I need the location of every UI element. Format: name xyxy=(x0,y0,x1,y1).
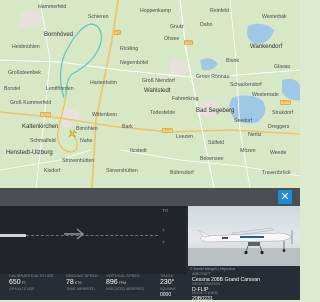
info-value: 20B0231 xyxy=(192,295,213,302)
town-label: Hammerfeld xyxy=(38,4,67,10)
town-label: Seedorf xyxy=(234,118,253,124)
town-label: Heidmühlen xyxy=(12,44,40,50)
stat-label: GPS ALTITUDE xyxy=(9,287,35,291)
route-progress-bar xyxy=(0,234,26,237)
highway-road xyxy=(91,0,119,188)
town-label: Großsteenbek xyxy=(8,70,41,76)
town-label: Bimöhlen xyxy=(76,126,98,132)
town-label: Henstedt-Ulzburg xyxy=(6,150,53,156)
town-label: Borstel xyxy=(4,86,21,92)
road xyxy=(35,0,51,188)
town-label: Fahrenkrug xyxy=(172,96,199,102)
town-label: Todesfelde xyxy=(150,110,176,116)
town-label: Nahe xyxy=(80,138,93,144)
town-label: Sülfeld xyxy=(208,140,224,146)
stat-track: TRACK 230° SQUAWK 0000 xyxy=(160,274,188,298)
town-label: Dreggers xyxy=(268,124,290,130)
lake-east xyxy=(282,78,300,101)
town-label: Reinfeld xyxy=(210,8,230,14)
stat-value: 650FT xyxy=(9,279,26,286)
town-label: Gnutz xyxy=(170,24,184,30)
aircraft-type: AIRCRAFT Cessna 208B Grand Caravan xyxy=(192,272,298,283)
town-label: Rickling xyxy=(120,46,139,52)
stat-value: 230° xyxy=(160,279,175,286)
destination-airport: ? xyxy=(162,228,165,233)
road-badge: B206 xyxy=(162,128,174,133)
stat-value: 896FPM xyxy=(106,279,127,286)
town-label: Westerrade xyxy=(252,92,279,98)
road-badge: B205 xyxy=(40,112,52,117)
town-label: Sievershütten xyxy=(106,168,138,174)
stat-label: CALIBRATED ALTITUDE xyxy=(9,274,54,278)
town-label: Travenbrück xyxy=(262,170,291,176)
route-arrow-icon xyxy=(64,228,85,240)
town-label: Schieren xyxy=(88,14,109,20)
town-label: Weede xyxy=(270,150,287,156)
town-label: Strukdorf xyxy=(272,110,294,116)
town-label: Itzstedt xyxy=(130,148,147,154)
town-label: Bebensee xyxy=(200,156,224,162)
road-badge: A21 xyxy=(184,40,194,45)
town-label: Dahn xyxy=(200,22,213,28)
town-label: Hoppenkamp xyxy=(140,8,171,14)
stat-label: INDICATED AIRSPEED xyxy=(106,287,145,291)
to-label: TO xyxy=(162,208,169,213)
town-label: Ohsee xyxy=(164,36,180,42)
town-label: Blunk xyxy=(226,58,239,64)
flight-map[interactable]: Hammerfeld Schieren Hoppenkamp Reinfeld … xyxy=(0,0,300,188)
town-label: Lentföhrden xyxy=(46,86,74,92)
stat-calibrated-altitude: CALIBRATED ALTITUDE 650FT GPS ALTITUDE xyxy=(9,274,55,292)
road xyxy=(229,0,251,188)
town-label: Struvenhütten xyxy=(62,158,95,164)
road-badge: B432 xyxy=(280,100,292,105)
town-label: Leezen xyxy=(176,134,194,140)
road-badge: A7 xyxy=(114,30,121,35)
town-label: Westerbäk xyxy=(262,14,287,20)
stat-vertical-speed: VERTICAL SPEED 896FPM INDICATED AIRSPEED xyxy=(106,274,152,292)
town-label: Glasau xyxy=(274,64,291,70)
town-label: Bornhöved xyxy=(44,32,74,38)
close-button[interactable]: ✕ xyxy=(278,190,292,204)
stat-label: SQUAWK xyxy=(160,287,176,291)
town-label: Groß Kummerfeld xyxy=(10,100,52,106)
lake-north xyxy=(247,23,274,44)
lake-small xyxy=(200,58,218,71)
info-label: REGISTRATION xyxy=(192,282,221,286)
route-section: TO ? ? xyxy=(0,206,186,274)
route-line xyxy=(26,235,158,237)
town-label: Wittenborn xyxy=(92,112,118,118)
cessna-aircraft-image xyxy=(188,227,300,266)
photo-credit: © Daniel Mergeli | Jetphotos xyxy=(190,267,236,271)
town-label: Wahlstedt xyxy=(144,88,171,94)
urban-area xyxy=(168,59,190,78)
town-label: Schmalfeld xyxy=(30,138,56,144)
town-label: Kisdorf xyxy=(44,168,61,174)
town-label: Hartenholm xyxy=(90,80,117,86)
flight-stats: CALIBRATED ALTITUDE 650FT GPS ALTITUDE G… xyxy=(0,274,188,300)
town-label: Mözen xyxy=(240,148,256,154)
stat-value: 0000 xyxy=(160,291,172,298)
town-label: Bühnsdorf xyxy=(170,170,194,176)
info-label: MODE S (HEX) xyxy=(192,291,219,295)
town-label: Negernbötel xyxy=(120,60,149,66)
flight-info-panel: ✕ TO ? ? © Daniel Mergeli | Jetphotos CA… xyxy=(0,188,300,302)
town-label: Gross Rönnau xyxy=(196,74,230,80)
aircraft-photo[interactable] xyxy=(188,206,300,266)
stat-label: VERTICAL SPEED xyxy=(106,274,140,278)
destination-time: ? xyxy=(162,240,165,245)
town-label: Neritz xyxy=(248,132,262,138)
town-label: Kaltenkirchen xyxy=(22,124,59,130)
stat-label: TRACK xyxy=(160,274,174,278)
close-icon: ✕ xyxy=(280,191,290,203)
town-label: Groß Niendorf xyxy=(142,78,175,84)
info-label: AIRCRAFT xyxy=(192,272,211,276)
town-label: Schackendorf xyxy=(230,82,262,88)
town-label: Wankendorf xyxy=(250,44,283,50)
panel-header: ✕ xyxy=(0,188,300,206)
town-label: Bark xyxy=(122,124,133,130)
road xyxy=(0,59,300,79)
town-label: Bad Segeberg xyxy=(196,108,235,114)
